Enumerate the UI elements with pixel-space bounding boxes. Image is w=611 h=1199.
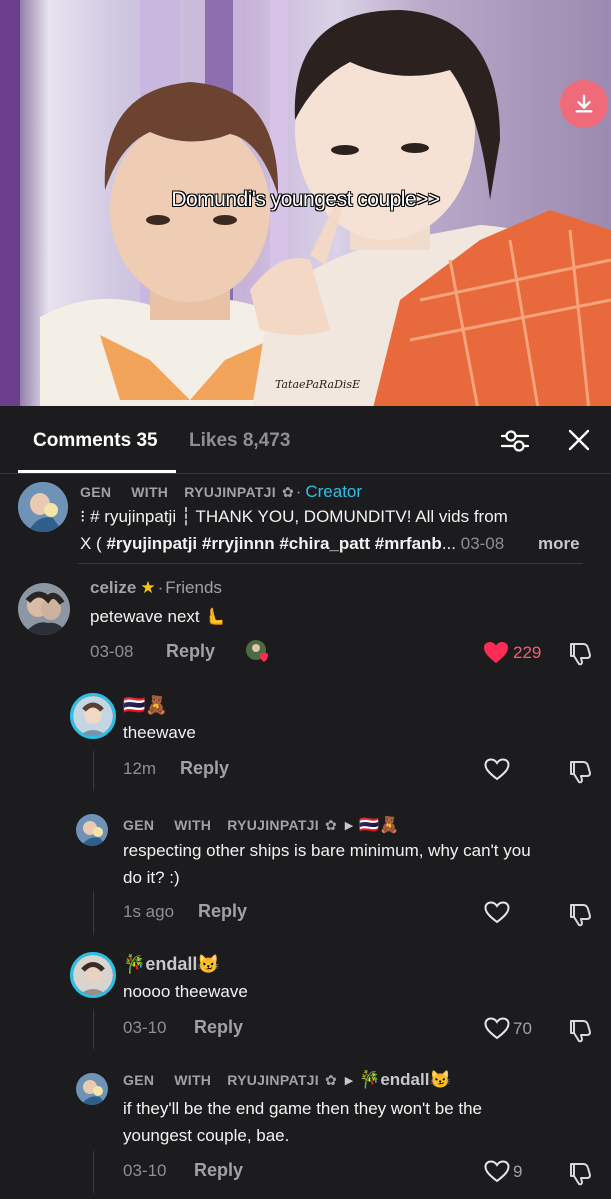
comment-text: theewave — [123, 723, 196, 742]
creator-badge: Creator — [305, 482, 363, 501]
avatar-image — [246, 640, 268, 662]
comment-text-line2: X ( #ryujinpatji #rryjinnn #chira_patt #… — [80, 534, 505, 553]
star-icon: ★ — [140, 578, 156, 597]
thread-line — [93, 891, 94, 935]
comment-text-line2: do it? :) — [123, 868, 180, 887]
comments-panel: Comments 35 Likes 8,473 GEN WITH RYUJINP… — [0, 406, 611, 1199]
avatar[interactable] — [70, 952, 116, 998]
username[interactable]: RYUJINPATJI — [227, 817, 319, 833]
username[interactable]: 🎋endall😼 — [123, 951, 220, 978]
comment-date: 03-08 — [460, 534, 505, 553]
username[interactable]: GEN — [80, 484, 111, 500]
comment-date: 03-10 — [123, 1018, 167, 1037]
video-caption-overlay: Domundi's youngest couple>> — [171, 188, 440, 211]
comment-date: 1s ago — [123, 902, 175, 921]
avatar[interactable] — [76, 1073, 108, 1105]
heart-outline-icon[interactable] — [484, 901, 510, 924]
avatar[interactable] — [76, 814, 108, 846]
heart-outline-icon[interactable] — [484, 1160, 510, 1183]
comment-text: if they'll be the end game then they won… — [123, 1099, 483, 1118]
reply-button[interactable]: Reply — [198, 901, 247, 922]
avatar-image — [18, 583, 70, 635]
username[interactable]: GEN — [123, 1072, 154, 1088]
comment-text: respecting other ships is bare minimum, … — [123, 841, 531, 860]
like-count: 9 — [513, 1162, 523, 1181]
video-player[interactable]: Domundi's youngest couple>> TataePaRaDis… — [0, 0, 611, 406]
reply-arrow-icon: ▶ — [344, 1074, 354, 1087]
comment-date: 03-08 — [90, 642, 134, 661]
reply-button[interactable]: Reply — [194, 1160, 243, 1181]
avatar-image — [73, 955, 113, 995]
avatar[interactable] — [70, 693, 116, 739]
thread-line — [93, 1009, 94, 1049]
like-count: 70 — [513, 1019, 532, 1038]
dislike-icon[interactable] — [566, 901, 592, 927]
download-button[interactable] — [560, 80, 608, 128]
reply-to-username[interactable]: 🇹🇭🧸 — [359, 815, 399, 835]
avatar-image — [76, 814, 108, 846]
dislike-icon[interactable] — [566, 640, 592, 666]
filter-icon[interactable] — [500, 427, 530, 455]
reply-to-username[interactable]: 🎋endall😼 — [359, 1070, 450, 1090]
download-icon — [575, 94, 593, 113]
comment-text: petewave next 🫷 — [90, 607, 226, 626]
with-label: WITH — [174, 817, 212, 833]
heart-liked-icon[interactable] — [483, 641, 509, 664]
settings-flower-icon: ✿ — [324, 1071, 337, 1088]
reply-button[interactable]: Reply — [180, 758, 229, 779]
more-link[interactable]: more — [538, 530, 580, 557]
reply-button[interactable]: Reply — [166, 641, 215, 662]
comment-text: noooo theewave — [123, 982, 248, 1001]
username[interactable]: 🇹🇭🧸 — [123, 692, 168, 719]
username[interactable]: RYUJINPATJI — [184, 484, 276, 500]
dislike-icon[interactable] — [566, 1017, 592, 1043]
dislike-icon[interactable] — [566, 758, 592, 784]
thread-line — [93, 1151, 94, 1193]
like-count: 229 — [513, 643, 542, 662]
dislike-icon[interactable] — [566, 1160, 592, 1186]
separator — [78, 563, 583, 564]
thread-line — [93, 751, 94, 791]
username[interactable]: RYUJINPATJI — [227, 1072, 319, 1088]
avatar-image — [73, 696, 113, 736]
with-label: WITH — [131, 484, 169, 500]
reply-arrow-icon: ▶ — [344, 819, 354, 832]
heart-outline-icon[interactable] — [484, 758, 510, 781]
heart-outline-icon[interactable] — [484, 1017, 510, 1040]
avatar[interactable] — [18, 583, 70, 635]
comment-author-row: GEN WITH RYUJINPATJI ✿ ▶ 🇹🇭🧸 — [123, 815, 399, 835]
comment-author-row: GEN WITH RYUJINPATJI ✿ ▶ 🎋endall😼 — [123, 1070, 451, 1090]
comment-author-row: GEN WITH RYUJINPATJI ✿ · Creator — [80, 482, 363, 501]
username[interactable]: GEN — [123, 817, 154, 833]
with-label: WITH — [174, 1072, 212, 1088]
reply-button[interactable]: Reply — [194, 1017, 243, 1038]
username[interactable]: celize — [90, 578, 136, 598]
avatar-image — [76, 1073, 108, 1105]
tabs-divider — [0, 473, 611, 474]
comment-date: 03-10 — [123, 1161, 167, 1180]
comments-tabs: Comments 35 Likes 8,473 — [0, 406, 611, 474]
liked-by-creator-avatar — [245, 638, 271, 664]
comment-date: 12m — [123, 759, 157, 778]
comment-text: ⁝ # ryujinpatji ┆ THANK YOU, DOMUNDITV! … — [80, 507, 508, 526]
video-watermark: TataePaRaDisE — [275, 378, 361, 391]
tab-likes[interactable]: Likes 8,473 — [189, 430, 290, 452]
close-icon[interactable] — [567, 428, 591, 452]
tab-comments[interactable]: Comments 35 — [33, 430, 158, 452]
avatar[interactable] — [18, 482, 68, 532]
friends-badge: Friends — [165, 578, 222, 597]
hashtags[interactable]: #ryujinpatji #rryjinnn #chira_patt #mrfa… — [106, 534, 441, 553]
settings-flower-icon: ✿ — [324, 816, 337, 833]
comment-text-line2: youngest couple, bae. — [123, 1126, 290, 1145]
settings-flower-icon: ✿ — [281, 483, 294, 500]
avatar-image — [18, 482, 68, 532]
comment-author-row: celize ★ · Friends — [90, 578, 222, 598]
